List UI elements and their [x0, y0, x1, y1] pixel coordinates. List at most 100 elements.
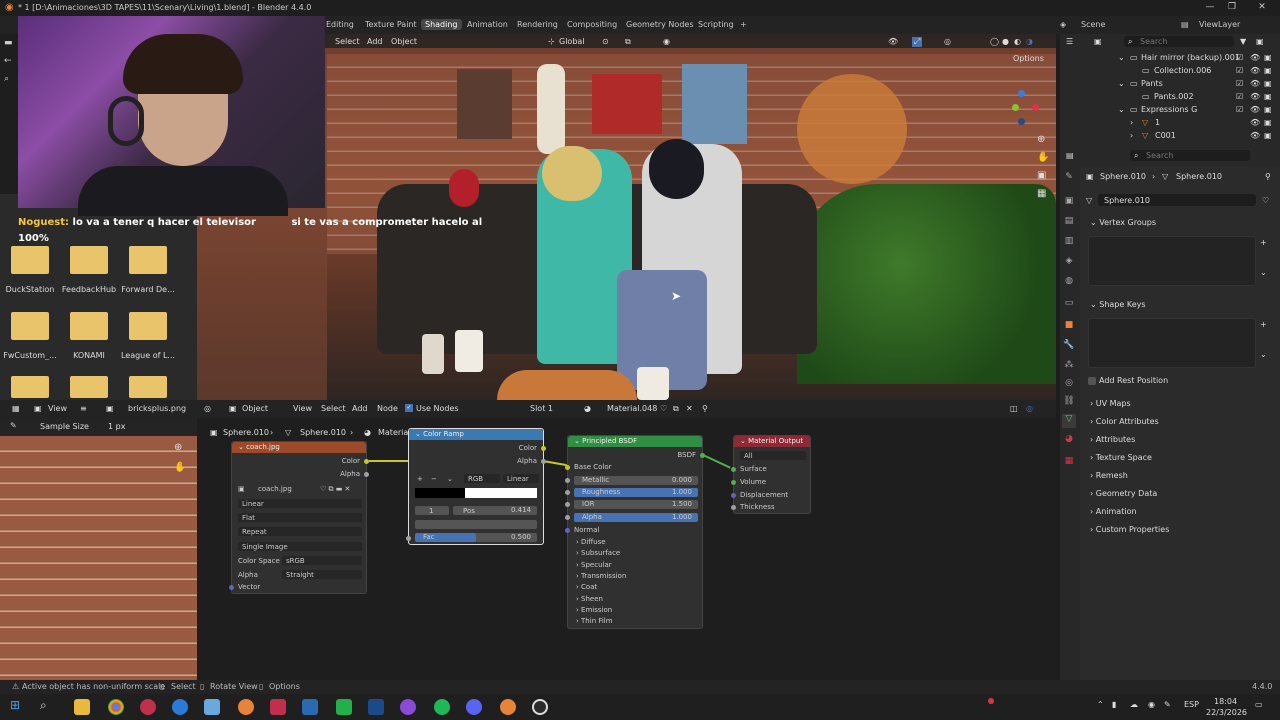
display-mode-icon[interactable]: ▣	[1094, 37, 1102, 46]
colorspace-dropdown[interactable]: sRGB	[282, 556, 362, 565]
fake-user-icon[interactable]: ♡	[660, 404, 667, 413]
panel-remesh[interactable]: › Remesh	[1090, 471, 1128, 480]
checkbox-icon[interactable]: ☑	[1236, 105, 1243, 114]
expand-icon[interactable]: ›	[1130, 131, 1133, 140]
app-icon[interactable]	[204, 699, 220, 715]
expand-icon[interactable]: ⌄	[1118, 105, 1125, 114]
shading-solid-icon[interactable]: ●	[1002, 37, 1009, 46]
stop-pos-field[interactable]: Pos 0.414	[453, 506, 537, 515]
add-rest-position-checkbox[interactable]	[1088, 377, 1096, 385]
search-icon[interactable]: ⌕	[40, 698, 47, 713]
outliner-search-input[interactable]: ⌕ Search	[1124, 36, 1234, 47]
panel-diffuse[interactable]: › Diffuse	[576, 538, 606, 546]
clock-date[interactable]: 22/3/2026	[1206, 708, 1247, 717]
opera-icon[interactable]	[140, 699, 156, 715]
panel-emission[interactable]: › Emission	[576, 606, 612, 614]
input-socket[interactable]	[565, 465, 570, 470]
camera-icon[interactable]: ▣	[1037, 170, 1046, 181]
back-icon[interactable]: ←	[4, 56, 12, 66]
panel-thin-film[interactable]: › Thin Film	[576, 617, 613, 625]
outliner-item[interactable]: Hair mirror (backup).001	[1141, 53, 1240, 62]
search-icon[interactable]: ⌕	[4, 74, 9, 84]
chevron-down-icon[interactable]: ⌄	[1260, 350, 1267, 359]
camera-icon[interactable]: ▣	[1264, 53, 1272, 62]
app-icon[interactable]	[400, 699, 416, 715]
outliner-item[interactable]: Collection.006	[1154, 66, 1211, 75]
overlay-icon[interactable]: ◎	[944, 37, 951, 46]
panel-custom-properties[interactable]: › Custom Properties	[1090, 525, 1169, 534]
transform-orientation-dropdown[interactable]: Global	[559, 37, 585, 46]
camera-icon[interactable]: ▣	[1264, 105, 1272, 114]
input-socket[interactable]	[565, 515, 570, 520]
modifier-tab-icon[interactable]: 🔧	[1062, 340, 1076, 354]
camera-icon[interactable]: ▣	[1264, 92, 1272, 101]
output-socket[interactable]	[700, 453, 705, 458]
physics-tab-icon[interactable]: ◎	[1062, 378, 1076, 392]
tray-chevron-icon[interactable]: ⌃	[1097, 700, 1104, 709]
expand-icon[interactable]: ⌄	[1118, 79, 1125, 88]
panel-specular[interactable]: › Specular	[576, 561, 612, 569]
pin-icon[interactable]: ⚲	[702, 404, 708, 413]
particles-tab-icon[interactable]: ⁂	[1062, 360, 1076, 374]
eye-icon[interactable]: 👁	[1250, 79, 1260, 88]
navigation-gizmo[interactable]	[1002, 90, 1042, 130]
folder-icon[interactable]	[70, 246, 108, 274]
shading-rendered-icon[interactable]: ◑	[1026, 37, 1033, 46]
blender-taskbar-icon[interactable]	[238, 699, 254, 715]
output-socket[interactable]	[364, 459, 369, 464]
remove-stop-icon[interactable]: −	[431, 475, 437, 483]
checkbox-icon[interactable]: ☑	[1236, 66, 1243, 75]
input-socket[interactable]	[565, 490, 570, 495]
image-view-menu[interactable]: View	[48, 404, 67, 413]
sample-tool-icon[interactable]: ✎	[10, 421, 17, 430]
fake-user-icon[interactable]: ♡	[1262, 196, 1269, 205]
material-browse-icon[interactable]: ◕	[584, 404, 591, 413]
gizmo-neg-z-icon[interactable]	[1018, 118, 1025, 125]
tray-app-icon[interactable]: ◉	[1148, 700, 1155, 709]
gizmo-x-icon[interactable]	[1032, 104, 1039, 111]
view-layer-selector[interactable]: ViewLayer	[1199, 20, 1240, 29]
collection-tab-icon[interactable]: ▭	[1062, 298, 1076, 312]
pin-icon[interactable]: ⚲	[1265, 172, 1271, 181]
close-icon[interactable]: ✕	[1252, 2, 1272, 14]
snap-nodes-icon[interactable]: ◫	[1010, 404, 1018, 413]
sample-size-field[interactable]: 1 px	[108, 422, 125, 431]
viewport-menu-select[interactable]: Select	[335, 37, 360, 46]
shading-material-icon[interactable]: ◐	[1014, 37, 1021, 46]
output-socket[interactable]	[364, 472, 369, 477]
file-explorer-icon[interactable]	[74, 699, 90, 715]
alpha-slider[interactable]: Alpha 1.000	[565, 513, 698, 522]
clock-time[interactable]: 18:04	[1214, 697, 1237, 706]
ortho-grid-icon[interactable]: ▦	[1037, 188, 1046, 199]
input-socket[interactable]	[565, 528, 570, 533]
fac-slider[interactable]: Fac 0.500	[415, 533, 537, 542]
checkbox-icon[interactable]: ☑	[1236, 92, 1243, 101]
panel-sheen[interactable]: › Sheen	[576, 595, 603, 603]
outliner[interactable]: ☰ ▣ ⌕ Search ▼ ▣ ⌄ ▭ Hair mirror (backup…	[1060, 34, 1280, 146]
input-socket[interactable]	[406, 536, 411, 541]
camera-icon[interactable]: ▣	[1264, 79, 1272, 88]
notifications-icon[interactable]: ▭	[1255, 700, 1263, 709]
eye-icon[interactable]: 👁	[1250, 53, 1260, 62]
new-collection-icon[interactable]: ▣	[1256, 37, 1264, 46]
target-dropdown[interactable]: All	[740, 451, 806, 460]
node-editor-type-icon[interactable]: ◎	[204, 404, 211, 413]
interpolation-dropdown[interactable]: Linear	[238, 499, 362, 508]
output-socket[interactable]	[541, 446, 546, 451]
panel-subsurface[interactable]: › Subsurface	[576, 549, 620, 557]
shape-keys-list[interactable]	[1088, 318, 1256, 368]
input-socket[interactable]	[731, 493, 736, 498]
outliner-item[interactable]: 1	[1155, 118, 1160, 127]
tab-shading[interactable]: Shading	[421, 19, 462, 30]
scene-tab-icon[interactable]: ◈	[1062, 256, 1076, 270]
tab-animation[interactable]: Animation	[467, 20, 508, 29]
checkbox-icon[interactable]: ☑	[1236, 53, 1243, 62]
scene-selector[interactable]: Scene	[1081, 20, 1105, 29]
roughness-slider[interactable]: Roughness 1.000	[565, 488, 698, 497]
input-socket[interactable]	[565, 478, 570, 483]
add-workspace-button[interactable]: +	[740, 20, 747, 29]
zoom-icon[interactable]: ⊕	[1037, 134, 1045, 145]
gizmo-y-icon[interactable]	[1012, 104, 1019, 111]
input-socket[interactable]	[731, 505, 736, 510]
panel-color-attributes[interactable]: › Color Attributes	[1090, 417, 1159, 426]
